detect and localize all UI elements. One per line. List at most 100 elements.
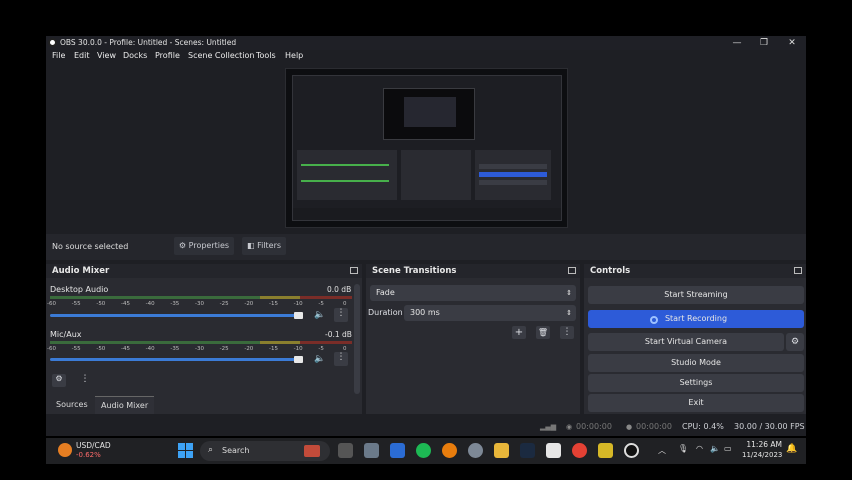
- scale-tick-label: -40: [145, 301, 155, 307]
- scale-tick-label: -20: [244, 301, 254, 307]
- blender-icon[interactable]: [442, 443, 457, 458]
- start-streaming-button[interactable]: Start Streaming: [588, 286, 804, 304]
- menu-scene-collection[interactable]: Scene Collection: [188, 51, 255, 60]
- transition-select[interactable]: Fade ⇕: [370, 285, 576, 301]
- search-icon: ⌕: [208, 445, 214, 455]
- speaker-icon[interactable]: 🔈: [314, 354, 325, 364]
- spotify-icon[interactable]: [416, 443, 431, 458]
- notepad-icon[interactable]: [390, 443, 405, 458]
- chevron-up-icon[interactable]: ︿: [658, 445, 666, 456]
- steam-icon[interactable]: [520, 443, 535, 458]
- scale-tick-label: -20: [244, 346, 254, 352]
- meter-yellow: [260, 296, 300, 299]
- audio-mixer-title: Audio Mixer: [46, 264, 362, 278]
- clock-time[interactable]: 11:26 AM: [746, 440, 782, 449]
- stream-icon: ◉: [566, 423, 573, 431]
- properties-button[interactable]: ⚙ Properties: [174, 237, 234, 255]
- program-preview[interactable]: [285, 68, 568, 228]
- nested-meter-2: [301, 180, 389, 182]
- volume-slider-knob[interactable]: [294, 312, 303, 319]
- nested-preview-frame: [383, 88, 475, 140]
- win-tile: [178, 451, 185, 458]
- menu-help[interactable]: Help: [285, 51, 303, 60]
- add-transition-icon[interactable]: +: [512, 326, 526, 339]
- nested-audio-mixer: [297, 150, 397, 200]
- scale-tick-label: -50: [96, 346, 106, 352]
- studio-mode-button[interactable]: Studio Mode: [588, 354, 804, 372]
- gear-icon: ⚙: [178, 241, 187, 250]
- channel-name: Desktop Audio: [50, 285, 109, 294]
- tab-sources[interactable]: Sources: [50, 396, 94, 414]
- settings-gear-icon[interactable]: [468, 443, 483, 458]
- battery-icon[interactable]: ▭: [724, 444, 732, 453]
- start-virtual-camera-button[interactable]: Start Virtual Camera: [588, 333, 784, 351]
- search-highlight-icon: [304, 445, 320, 457]
- scale-tick-label: -10: [293, 346, 303, 352]
- nested-controls: [475, 150, 551, 200]
- microphone-icon[interactable]: 🎙: [678, 444, 688, 453]
- menu-docks[interactable]: Docks: [123, 51, 147, 60]
- ticker-icon[interactable]: [58, 443, 72, 457]
- store-icon[interactable]: [546, 443, 561, 458]
- file-explorer-icon[interactable]: [494, 443, 509, 458]
- menu-file[interactable]: File: [52, 51, 65, 60]
- menu-edit[interactable]: Edit: [74, 51, 90, 60]
- search-box[interactable]: ⌕ Search: [200, 441, 330, 461]
- speaker-icon[interactable]: 🔈: [314, 310, 325, 320]
- nested-taskbar: [293, 208, 561, 220]
- obs-taskbar-icon[interactable]: [624, 443, 639, 458]
- windows-start-icon[interactable]: [178, 443, 193, 458]
- wifi-icon[interactable]: ◠: [696, 444, 703, 453]
- trash-icon[interactable]: 🗑: [536, 326, 550, 339]
- transition-menu-icon[interactable]: ⋮: [560, 326, 574, 339]
- tab-audio-mixer[interactable]: Audio Mixer: [95, 396, 155, 414]
- volume-slider[interactable]: [50, 314, 298, 317]
- volume-slider[interactable]: [50, 358, 298, 361]
- scale-tick-label: -60: [47, 301, 56, 307]
- menu-view[interactable]: View: [97, 51, 116, 60]
- audio-mixer-panel: Audio Mixer Desktop Audio 0.0 dB -60 -55 -…: [46, 264, 362, 414]
- start-recording-button[interactable]: Start Recording: [588, 310, 804, 328]
- advanced-audio-icon[interactable]: ⚙: [52, 374, 66, 387]
- maximize-button[interactable]: ❐: [750, 36, 778, 50]
- volume-slider-knob[interactable]: [294, 356, 303, 363]
- undock-icon[interactable]: [794, 267, 802, 274]
- scale-tick-label: -55: [71, 301, 81, 307]
- notification-bell-icon[interactable]: 🔔: [786, 444, 797, 454]
- scale-tick-label: -60: [47, 346, 56, 352]
- meter-scale: -60 -55 -50 -45 -40 -35 -30 -25 -20 -15 -10 -5 0: [47, 346, 350, 354]
- loading-spinner-icon: [650, 316, 658, 324]
- chrome-icon[interactable]: [572, 443, 587, 458]
- win-tile: [178, 443, 185, 450]
- volume-icon[interactable]: 🔈: [710, 444, 720, 453]
- task-view-icon[interactable]: [338, 443, 353, 458]
- exit-button[interactable]: Exit: [588, 394, 804, 412]
- properties-label: Properties: [188, 241, 230, 250]
- calculator-icon[interactable]: [364, 443, 379, 458]
- menu-profile[interactable]: Profile: [155, 51, 180, 60]
- obs-logo-icon: [48, 38, 57, 47]
- duration-input[interactable]: 300 ms ⇕: [404, 305, 576, 321]
- app-icon[interactable]: [598, 443, 613, 458]
- mixer-scrollbar[interactable]: [354, 284, 360, 394]
- spin-icon[interactable]: ⇕: [566, 305, 572, 321]
- win-tile: [186, 443, 193, 450]
- mixer-menu-icon[interactable]: ⋮: [78, 374, 92, 387]
- undock-icon[interactable]: [568, 267, 576, 274]
- nested-btn-active: [479, 172, 547, 177]
- meter-red: [300, 296, 352, 299]
- menu-tools[interactable]: Tools: [256, 51, 276, 60]
- signal-icon: ▂▄▆: [540, 423, 557, 431]
- settings-button[interactable]: Settings: [588, 374, 804, 392]
- clock-date[interactable]: 11/24/2023: [742, 451, 782, 459]
- undock-icon[interactable]: [350, 267, 358, 274]
- ticker-symbol[interactable]: USD/CAD: [76, 441, 111, 450]
- virtual-camera-settings-icon[interactable]: ⚙: [786, 333, 804, 351]
- channel-menu-icon[interactable]: ⋮: [334, 352, 348, 366]
- channel-menu-icon[interactable]: ⋮: [334, 308, 348, 322]
- filter-icon: ◧: [246, 241, 255, 250]
- scale-tick-label: -15: [269, 346, 278, 352]
- filters-button[interactable]: ◧ Filters: [242, 237, 286, 255]
- close-button[interactable]: ✕: [778, 36, 806, 50]
- minimize-button[interactable]: —: [723, 36, 751, 50]
